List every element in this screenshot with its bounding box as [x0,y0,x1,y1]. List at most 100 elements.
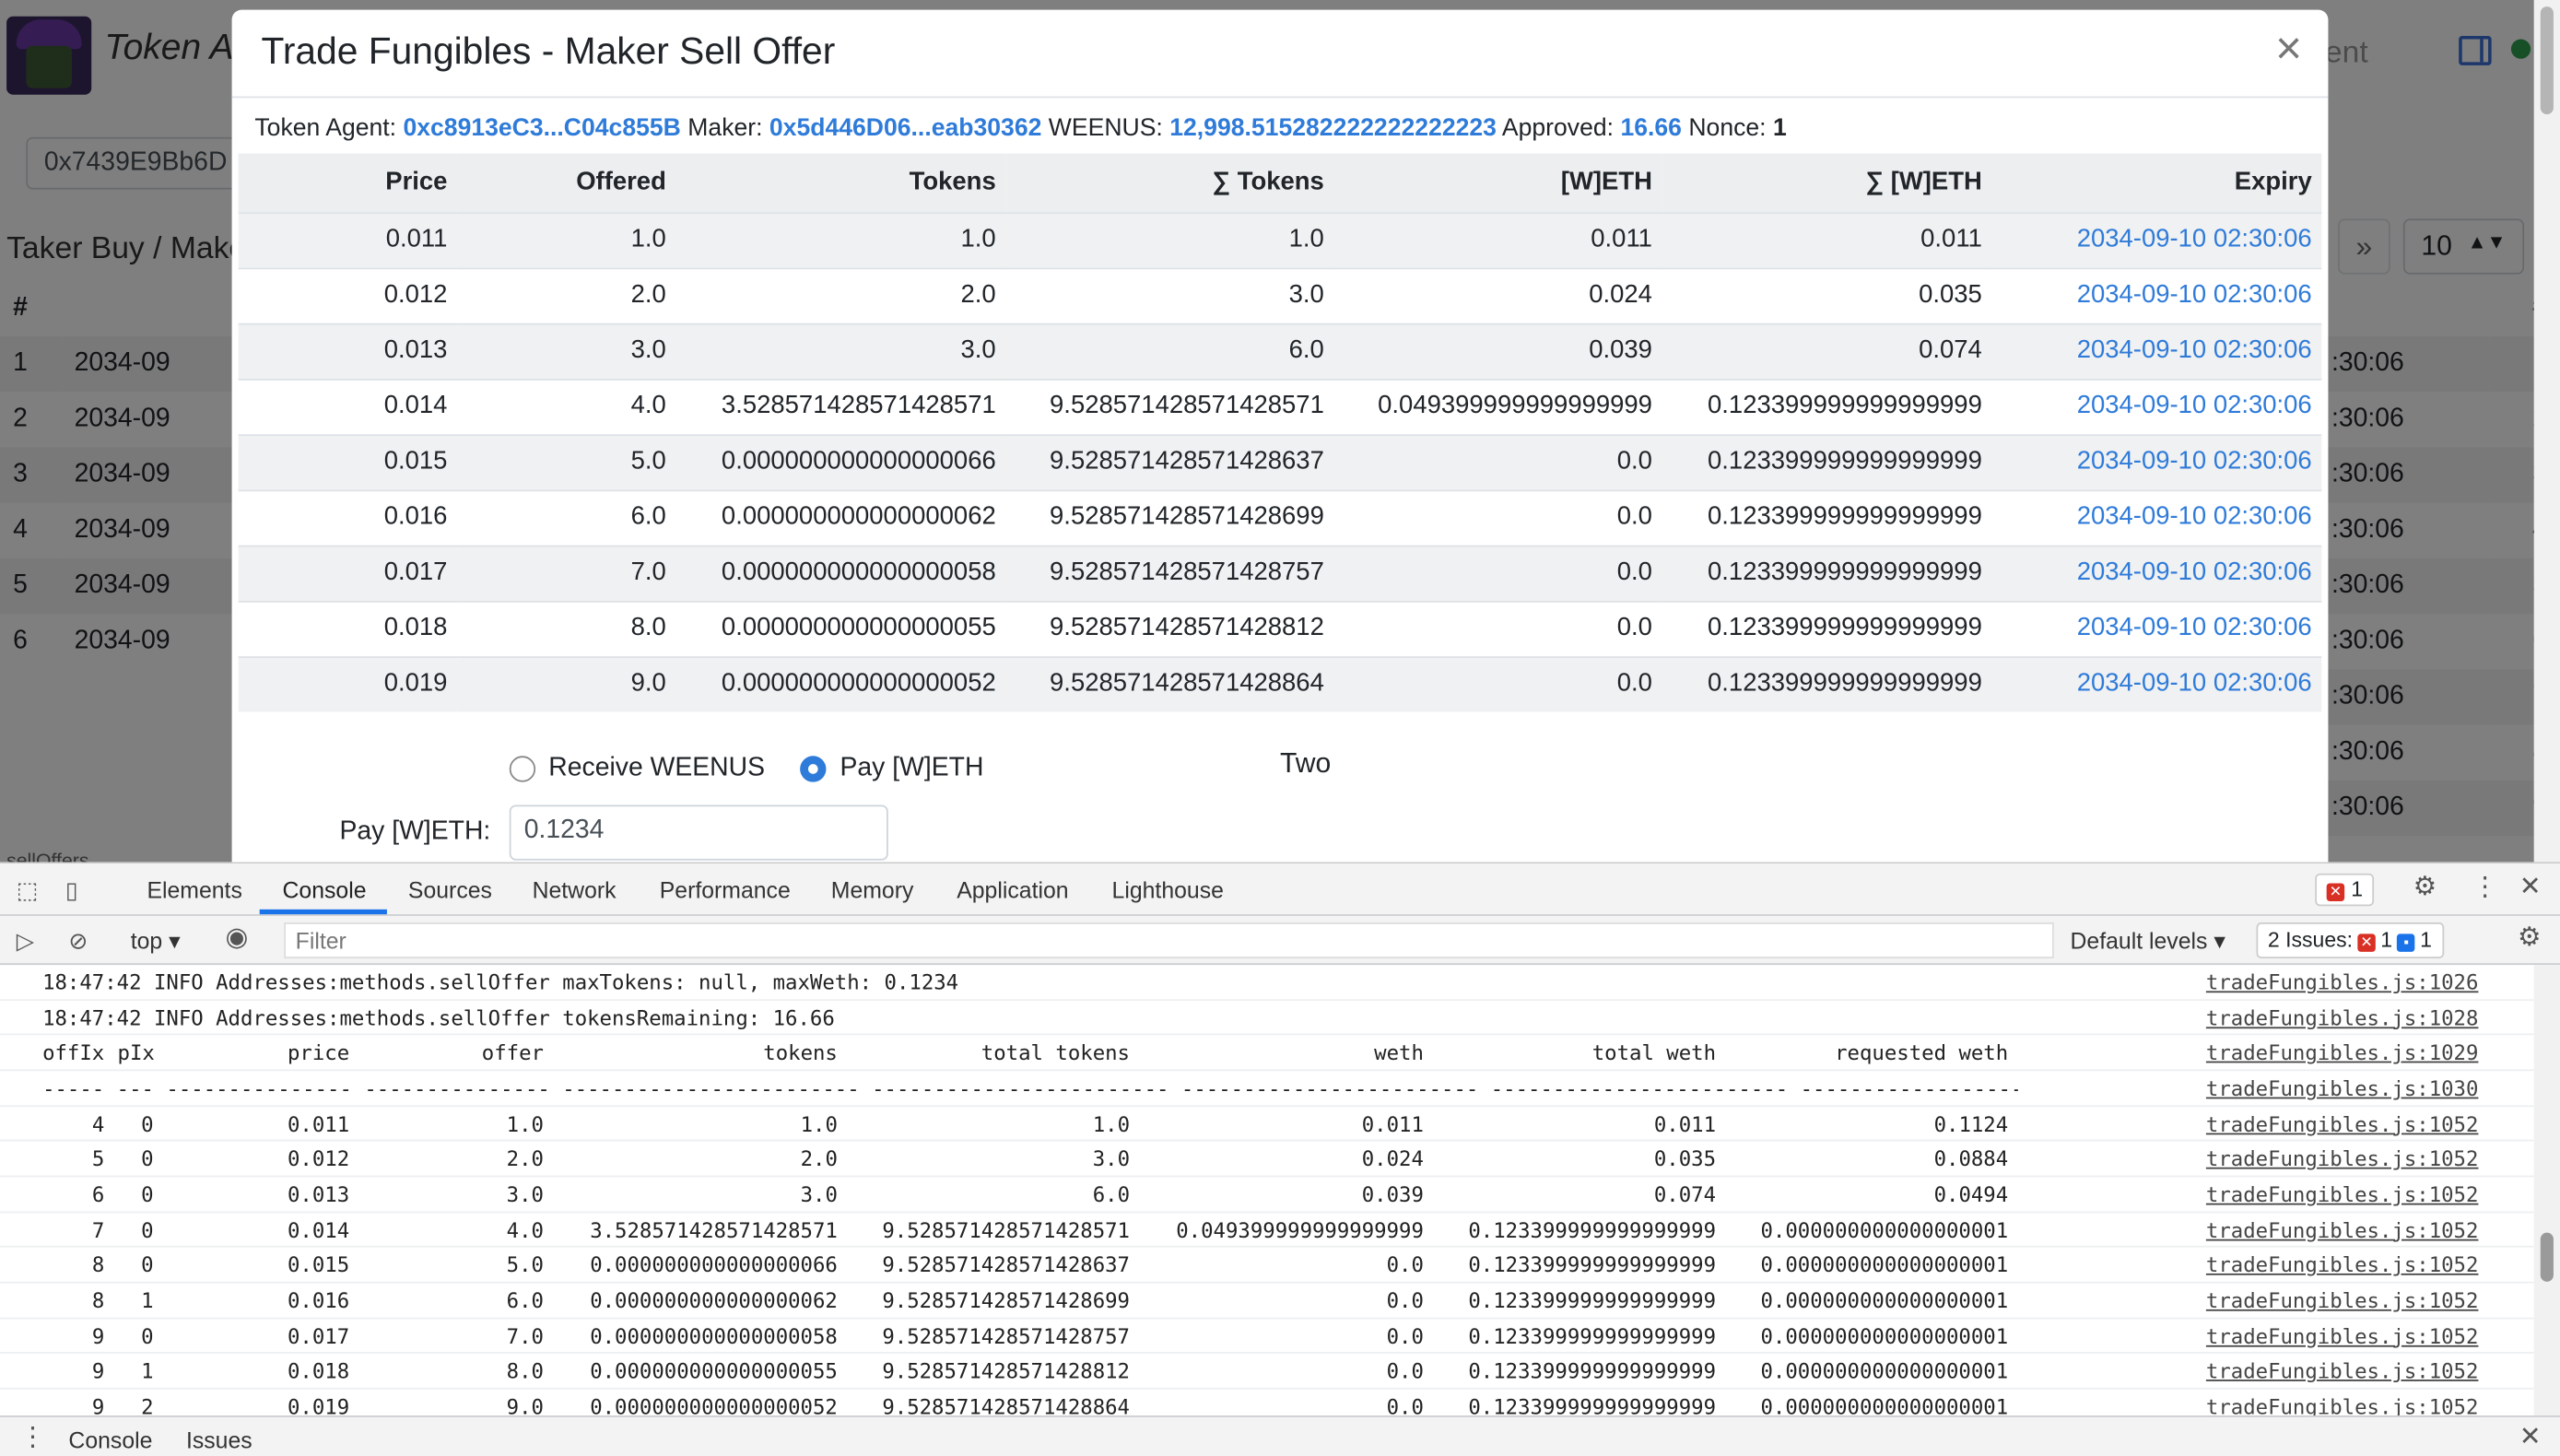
table-cell: 0.0 [1386,1252,1424,1277]
close-devtools-icon[interactable]: ✕ [2519,875,2542,901]
two-label: Two [1280,747,1332,780]
tab-network[interactable]: Network [533,876,617,902]
console-settings-icon[interactable]: ⚙ [2518,925,2541,952]
tab-application[interactable]: Application [957,876,1068,902]
source-link[interactable]: tradeFungibles.js:1052 [2206,1213,2479,1248]
table-row: 0.012 2.0 2.0 3.0 0.024 0.035 2034-09-10 02:30… [238,267,2322,323]
expiry-link[interactable]: 2034-09-10 02:30:06 [1991,601,2321,656]
pay-weth-label[interactable]: Pay [W]ETH [840,755,984,784]
expiry-link[interactable]: 2034-09-10 02:30:06 [1991,268,2321,323]
clear-console-icon[interactable]: ⊘ [68,927,88,953]
close-icon[interactable]: × [2275,23,2302,76]
close-drawer-icon[interactable]: ✕ [2519,1425,2542,1451]
table-cell: 0 [141,1181,154,1207]
filter-input[interactable]: Filter [284,922,2054,958]
source-link[interactable]: tradeFungibles.js:1028 [2206,1000,2479,1035]
table-header-cell: pIx [117,1040,155,1065]
pay-weth-radio[interactable] [800,756,828,782]
tab-sources[interactable]: Sources [408,876,492,902]
approved-link[interactable]: 16.66 [1620,114,1682,142]
drawer-menu-icon[interactable]: ⋮ [19,1425,45,1451]
table-cell: 0.123399999999999999 [1468,1358,1717,1384]
active-tab-indicator [259,909,387,915]
source-link[interactable]: tradeFungibles.js:1052 [2206,1142,2479,1177]
table-cell: 0.0884 [1933,1146,2009,1171]
weth-cell: 0.039 [1333,323,1662,380]
source-link[interactable]: tradeFungibles.js:1026 [2206,965,2479,1000]
source-link[interactable]: tradeFungibles.js:1052 [2206,1283,2479,1318]
token-agent-link[interactable]: 0xc8913eC3...C04c855B [403,114,680,142]
receive-weenus-radio[interactable] [509,756,536,782]
source-link[interactable]: tradeFungibles.js:1052 [2206,1389,2479,1415]
offered-cell: 3.0 [457,323,676,380]
modal-header: Trade Fungibles - Maker Sell Offer × [231,10,2329,99]
table-cell: 5 [91,1146,105,1171]
tokens-cell: 0.000000000000000052 [675,656,1006,712]
expiry-link[interactable]: 2034-09-10 02:30:06 [1991,545,2322,601]
table-cell: 0.019 [287,1393,350,1416]
drawer-tab-issues[interactable]: Issues [186,1427,252,1452]
modal-title: Trade Fungibles - Maker Sell Offer [261,29,836,72]
source-link[interactable]: tradeFungibles.js:1052 [2206,1248,2479,1283]
source-link[interactable]: tradeFungibles.js:1052 [2206,1107,2479,1142]
tab-elements[interactable]: Elements [147,876,241,902]
separator-text: ----- --- --------------- --------------… [42,1075,2018,1101]
tab-performance[interactable]: Performance [660,876,791,902]
source-link[interactable]: tradeFungibles.js:1052 [2206,1177,2479,1212]
expiry-link[interactable]: 2034-09-10 02:30:06 [1991,490,2321,546]
expiry-link[interactable]: 2034-09-10 02:30:06 [1991,656,2322,712]
table-cell: 0.000000000000000001 [1760,1358,2009,1384]
expiry-link[interactable]: 2034-09-10 02:30:06 [1991,434,2322,490]
table-row: 0.014 4.0 3.528571428571428571 9.5285714285… [238,379,2322,434]
expiry-link[interactable]: 2034-09-10 02:30:06 [1991,379,2321,434]
table-cell: 0 [141,1323,154,1348]
table-cell: 7.0 [506,1323,544,1348]
more-menu-icon[interactable]: ⋮ [2472,875,2497,901]
console-scrollbar[interactable] [2533,965,2560,1416]
console-table-row: 8 0 0.015 5.0 0.000000000000000066 9.52857142… [0,1248,2534,1284]
table-header-cell: weth [1374,1040,1424,1065]
error-icon: ✕ [2357,933,2376,952]
expiry-link[interactable]: 2034-09-10 02:30:06 [1991,323,2322,380]
gear-icon[interactable]: ⚙ [2413,875,2437,901]
sum-tokens-cell: 9.528571428571428699 [1050,502,1324,531]
source-link[interactable]: tradeFungibles.js:1029 [2206,1036,2479,1071]
device-toolbar-icon[interactable]: ▯ [65,876,78,902]
eye-icon[interactable]: ◉ [225,925,248,952]
table-row: 0.015 5.0 0.000000000000000066 9.5285714285… [238,434,2322,490]
weenus-balance-link[interactable]: 12,998.515282222222222223 [1169,114,1497,142]
sum-tokens-cell: 9.528571428571428637 [1005,434,1334,490]
drawer-tab-console[interactable]: Console [68,1427,152,1452]
error-count-badge[interactable]: ✕ 1 [2315,873,2375,907]
issues-badge[interactable]: 2 Issues: ✕ 1 ▪ 1 [2256,922,2444,958]
page-scrollbar[interactable] [2533,0,2560,863]
table-cell: 0.123399999999999999 [1468,1393,1717,1416]
tab-console[interactable]: Console [283,876,367,902]
offered-cell: 5.0 [457,434,676,490]
price-cell: 0.015 [238,434,458,490]
column-header: Offered [457,153,676,214]
tab-memory[interactable]: Memory [831,876,914,902]
receive-weenus-label[interactable]: Receive WEENUS [548,755,765,784]
source-link[interactable]: tradeFungibles.js:1052 [2206,1319,2479,1354]
sum-weth-cell: 0.035 [1919,280,1982,309]
source-link[interactable]: tradeFungibles.js:1052 [2206,1354,2479,1389]
log-levels-select[interactable]: Default levels ▾ [2071,927,2225,955]
tokens-cell: 0.000000000000000066 [675,434,1006,490]
context-select[interactable]: top ▾ [131,927,181,955]
table-cell: 9 [91,1323,105,1348]
table-cell: 8 [91,1252,105,1277]
pay-weth-input[interactable]: 0.1234 [509,804,888,861]
sidebar-toggle-icon[interactable]: ▷ [17,927,34,953]
devtools-drawer: ⋮ Console Issues ✕ [0,1415,2560,1456]
table-cell: 0.011 [287,1110,350,1136]
source-link[interactable]: tradeFungibles.js:1030 [2206,1071,2479,1106]
tokens-cell: 2.0 [960,280,996,309]
inspect-element-icon[interactable]: ⬚ [17,876,38,902]
table-cell: 0.000000000000000001 [1760,1216,2009,1242]
maker-link[interactable]: 0x5d446D06...eab30362 [769,114,1042,142]
expiry-link[interactable]: 2034-09-10 02:30:06 [1991,212,2322,268]
table-cell: 1.0 [506,1110,544,1136]
tab-lighthouse[interactable]: Lighthouse [1112,876,1224,902]
token-agent-label: Token Agent: [254,114,397,143]
